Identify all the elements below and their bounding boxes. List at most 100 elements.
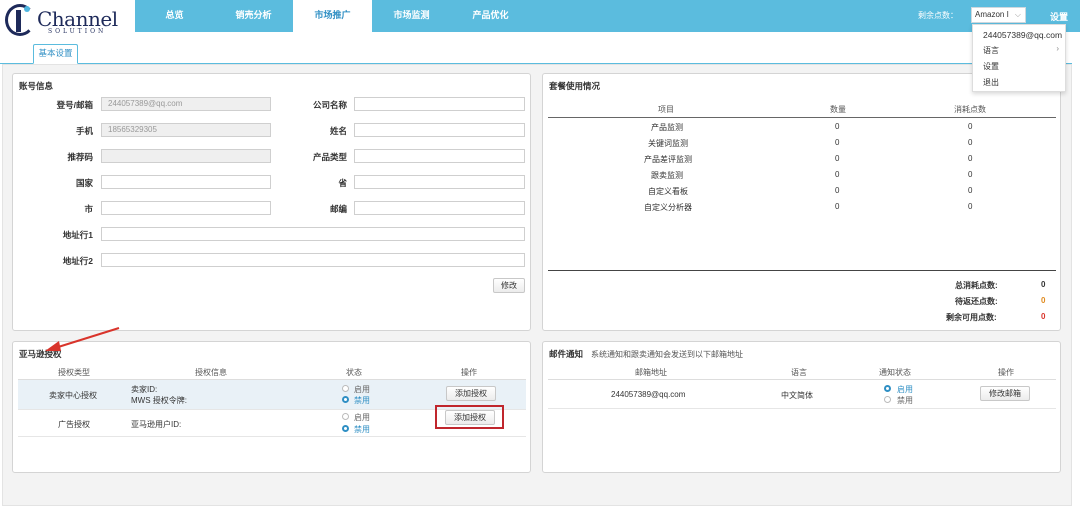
phone-label: 手机 (75, 126, 93, 136)
city-field[interactable] (101, 201, 271, 215)
edit-email-button[interactable]: 修改邮箱 (980, 386, 1030, 401)
seller-central-auth-label: 卖家中心授权 (49, 391, 97, 400)
phone-field[interactable]: 18565329305 (101, 123, 271, 137)
chevron-down-icon: ⌵ (1014, 10, 1021, 19)
province-label: 省 (338, 178, 347, 188)
dropdown-email: 244057389@qq.com (983, 30, 1063, 40)
package-row-points: 0 (968, 202, 973, 211)
dropdown-item-logout[interactable]: 退出 (983, 77, 999, 88)
dropdown-item-language[interactable]: 语言 (983, 45, 999, 56)
package-row-qty: 0 (835, 154, 840, 163)
settings-menu-button[interactable]: 设置 (1050, 10, 1068, 23)
ads-disable-radio[interactable] (342, 425, 349, 432)
address2-field[interactable] (101, 253, 525, 267)
package-row-qty: 0 (835, 170, 840, 179)
mail-col-language: 语言 (791, 368, 807, 377)
dropdown-item-settings[interactable]: 设置 (983, 61, 999, 72)
country-label: 国家 (75, 178, 93, 188)
seller-enable-label: 启用 (354, 385, 370, 394)
package-header-rule (548, 117, 1056, 118)
package-row-points: 0 (968, 138, 973, 147)
country-field[interactable] (101, 175, 271, 189)
company-field[interactable] (354, 97, 525, 111)
referral-field[interactable] (101, 149, 271, 163)
nav-marketing[interactable]: 市场推广 (293, 0, 372, 32)
email-notification-panel: 邮件通知 系统通知和跟卖通知会发送到以下邮箱地址 邮箱地址 语言 通知状态 操作… (542, 341, 1061, 473)
annotation-arrow-icon (45, 327, 120, 351)
package-row-qty: 0 (835, 138, 840, 147)
amazon-col-type: 授权类型 (58, 368, 90, 377)
mws-token-label: MWS 授权令牌: (131, 396, 187, 405)
package-footer-rule (548, 270, 1056, 271)
ads-enable-radio[interactable] (342, 413, 349, 420)
package-row-qty: 0 (835, 122, 840, 131)
chevron-right-icon: › (1056, 44, 1059, 53)
nav-sales-analysis[interactable]: 销売分析 (214, 0, 293, 32)
address1-field[interactable] (101, 227, 525, 241)
email-field[interactable]: 244057389@qq.com (101, 97, 271, 111)
notification-language-value: 中文简体 (781, 391, 813, 400)
seller-id-label: 卖家ID: (131, 385, 158, 394)
ads-disable-label: 禁用 (354, 425, 370, 434)
notification-email-value: 244057389@qq.com (611, 390, 686, 399)
store-select[interactable]: Amazon I ⌵ (971, 7, 1026, 23)
package-row-item: 自定义分析器 (644, 203, 692, 212)
total-consumed-value: 0 (1041, 280, 1046, 289)
package-row-qty: 0 (835, 202, 840, 211)
logo-i-dot (24, 6, 30, 12)
seller-disable-radio[interactable] (342, 396, 349, 403)
name-label: 姓名 (329, 126, 347, 136)
package-col-points: 消耗点数 (954, 105, 986, 114)
product-type-label: 产品类型 (312, 152, 347, 162)
amazon-col-status: 状态 (346, 368, 362, 377)
pending-refund-label: 待返还点数: (955, 297, 998, 306)
package-col-item: 项目 (658, 105, 674, 114)
tab-row: 基本设置 (0, 40, 1072, 64)
add-seller-auth-button[interactable]: 添加授权 (446, 386, 496, 401)
nav-market-monitor[interactable]: 市场监测 (372, 0, 451, 32)
pending-refund-value: 0 (1041, 296, 1046, 305)
city-label: 市 (84, 204, 93, 214)
main-nav: 总览 销売分析 市场推广 市场监测 产品优化 (135, 0, 530, 32)
total-consumed-label: 总消耗点数: (955, 281, 998, 290)
mail-col-action: 操作 (998, 368, 1014, 377)
content-area: 账号信息 登号/邮箱 244057389@qq.com 手机 185653293… (2, 64, 1072, 506)
mail-enable-radio[interactable] (884, 385, 891, 392)
logo[interactable]: Channel SOLUTION (0, 0, 135, 40)
package-row-item: 关键词监测 (648, 139, 688, 148)
zip-field[interactable] (354, 201, 525, 215)
account-info-panel: 账号信息 登号/邮箱 244057389@qq.com 手机 185653293… (12, 73, 531, 331)
package-row-item: 跟卖监测 (651, 171, 683, 180)
package-row-points: 0 (968, 122, 973, 131)
province-field[interactable] (354, 175, 525, 189)
address1-label: 地址行1 (62, 230, 93, 240)
amazon-auth-panel: 亚马逊授权 授权类型 授权信息 状态 操作 卖家中心授权 卖家ID: MWS 授… (12, 341, 531, 473)
seller-disable-label: 禁用 (354, 396, 370, 405)
package-row-points: 0 (968, 154, 973, 163)
remaining-available-value: 0 (1041, 312, 1046, 321)
tab-basic-settings[interactable]: 基本设置 (33, 44, 78, 64)
account-info-title: 账号信息 (19, 81, 54, 91)
ads-auth-label: 广告授权 (58, 420, 90, 429)
zip-label: 邮编 (329, 204, 347, 214)
company-label: 公司名称 (312, 100, 347, 110)
nav-overview[interactable]: 总览 (135, 0, 214, 32)
edit-account-button[interactable]: 修改 (493, 278, 525, 293)
product-type-field[interactable] (354, 149, 525, 163)
mail-disable-radio[interactable] (884, 396, 891, 403)
mail-col-email: 邮箱地址 (635, 368, 667, 377)
mail-enable-label: 启用 (897, 385, 913, 394)
mail-disable-label: 禁用 (897, 396, 913, 405)
add-ads-auth-button[interactable]: 添加授权 (445, 410, 495, 425)
nav-product-optimize[interactable]: 产品优化 (451, 0, 530, 32)
package-row-item: 产品监测 (651, 123, 683, 132)
mail-col-status: 通知状态 (879, 368, 911, 377)
address2-label: 地址行2 (62, 256, 93, 266)
package-row-points: 0 (968, 170, 973, 179)
amazon-col-action: 操作 (461, 368, 477, 377)
email-label: 登号/邮箱 (56, 100, 93, 110)
remaining-points-label: 剩余点数： (918, 11, 958, 20)
seller-enable-radio[interactable] (342, 385, 349, 392)
name-field[interactable] (354, 123, 525, 137)
user-dropdown-menu: 244057389@qq.com 语言 › 设置 退出 (972, 24, 1066, 92)
